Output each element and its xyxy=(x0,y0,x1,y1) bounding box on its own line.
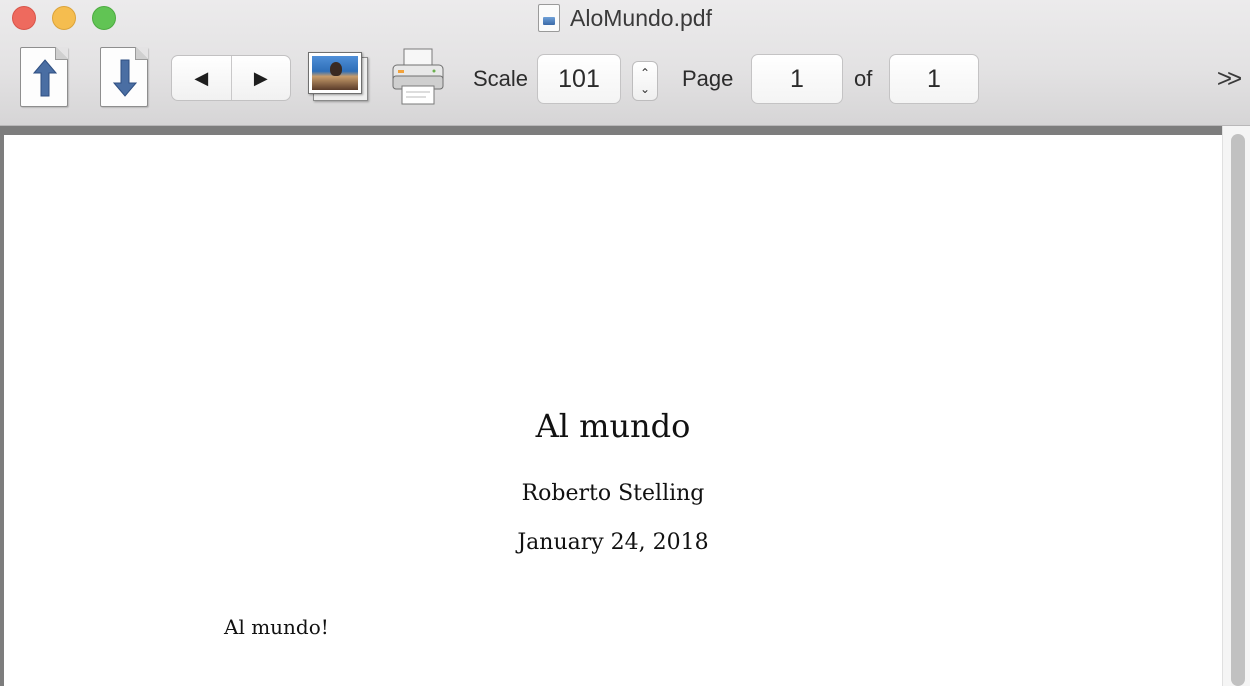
document-date: January 24, 2018 xyxy=(517,530,709,555)
scrollbar-thumb[interactable] xyxy=(1231,134,1245,686)
arrow-down-icon xyxy=(113,59,137,97)
toolbar-overflow-button[interactable]: >> xyxy=(1212,62,1242,94)
window-title: AloMundo.pdf xyxy=(570,4,712,31)
document-title: Al mundo xyxy=(535,407,691,445)
page-number-input[interactable]: 1 xyxy=(751,54,843,104)
arrow-up-icon xyxy=(33,59,57,97)
printer-icon xyxy=(392,48,444,105)
page-label: Page xyxy=(682,66,734,91)
back-forward-control: ◀ ▶ xyxy=(171,55,291,101)
scale-stepper[interactable]: ⌃ ⌄ xyxy=(632,61,658,101)
print-button[interactable] xyxy=(390,48,446,106)
document-author: Roberto Stelling xyxy=(521,481,705,506)
of-label: of xyxy=(854,66,873,91)
next-page-button[interactable] xyxy=(100,47,148,107)
photo-icon xyxy=(308,52,362,94)
vertical-scrollbar[interactable] xyxy=(1222,126,1250,686)
scale-input[interactable]: 101 xyxy=(537,54,621,104)
pdf-document-icon xyxy=(538,4,561,32)
triangle-left-icon: ◀ xyxy=(194,67,209,88)
image-thumbnails-button[interactable] xyxy=(308,52,368,102)
previous-page-button[interactable] xyxy=(20,47,68,107)
page-total-field: 1 xyxy=(889,54,979,104)
scale-label: Scale xyxy=(473,66,529,91)
window-title-bar: AloMundo.pdf xyxy=(0,2,1250,34)
triangle-right-icon: ▶ xyxy=(253,67,268,88)
back-button[interactable]: ◀ xyxy=(172,56,231,100)
toolbar-area: AloMundo.pdf ◀ ▶ Scale 101 ⌃ ⌄ Page 1 of… xyxy=(0,0,1250,126)
forward-button[interactable]: ▶ xyxy=(230,56,291,100)
pdf-viewer-window: AloMundo.pdf ◀ ▶ Scale 101 ⌃ ⌄ Page 1 of… xyxy=(0,0,1250,686)
chevron-down-icon[interactable]: ⌄ xyxy=(640,81,650,97)
chevron-up-icon[interactable]: ⌃ xyxy=(640,65,650,81)
pdf-page: Al mundo Roberto Stelling January 24, 20… xyxy=(4,135,1222,686)
document-body-text: Al mundo! xyxy=(224,615,329,639)
document-viewer: Al mundo Roberto Stelling January 24, 20… xyxy=(0,126,1250,686)
